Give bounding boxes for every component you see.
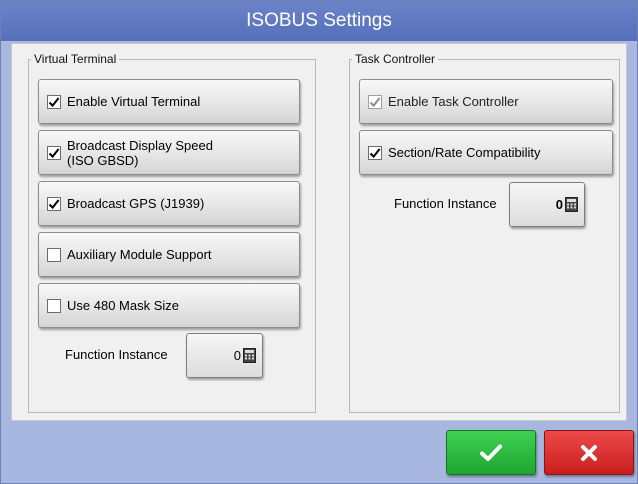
checkmark-icon — [48, 198, 60, 209]
checkmark-icon — [48, 96, 60, 107]
vt-function-instance-value: 0 — [233, 348, 241, 363]
auxiliary-module-support-button[interactable]: Auxiliary Module Support — [38, 232, 300, 277]
broadcast-gps-label: Broadcast GPS (J1939) — [67, 196, 205, 211]
checkmark-icon — [369, 147, 381, 158]
ok-button[interactable] — [446, 430, 536, 475]
isobus-settings-window: ISOBUS Settings Virtual Terminal Enable … — [0, 0, 638, 484]
task-controller-group: Task Controller Enable Task Controller S… — [349, 52, 620, 413]
checkmark-icon — [480, 444, 502, 461]
use-480-mask-size-button[interactable]: Use 480 Mask Size — [38, 283, 300, 328]
checkmark-icon — [369, 96, 381, 107]
enable-task-controller-checkbox[interactable] — [368, 94, 382, 109]
window-title: ISOBUS Settings — [1, 1, 637, 41]
section-rate-compatibility-button[interactable]: Section/Rate Compatibility — [359, 130, 613, 175]
broadcast-display-speed-button[interactable]: Broadcast Display Speed (ISO GBSD) — [38, 130, 300, 175]
enable-virtual-terminal-checkbox[interactable] — [47, 94, 61, 109]
tc-function-instance-label: Function Instance — [394, 196, 497, 211]
task-controller-title: Task Controller — [352, 52, 439, 66]
calculator-icon — [565, 197, 578, 212]
cancel-button[interactable] — [544, 430, 634, 475]
checkmark-icon — [48, 147, 60, 158]
vt-function-instance-label: Function Instance — [65, 347, 168, 362]
tc-function-instance-value: 0 — [555, 197, 563, 212]
section-rate-compatibility-label: Section/Rate Compatibility — [388, 145, 541, 160]
use-480-mask-size-checkbox[interactable] — [47, 298, 61, 313]
virtual-terminal-group: Virtual Terminal Enable Virtual Terminal… — [28, 52, 316, 413]
use-480-mask-size-label: Use 480 Mask Size — [67, 298, 179, 313]
enable-task-controller-button[interactable]: Enable Task Controller — [359, 79, 613, 124]
auxiliary-module-support-checkbox[interactable] — [47, 247, 61, 262]
broadcast-gps-button[interactable]: Broadcast GPS (J1939) — [38, 181, 300, 226]
virtual-terminal-title: Virtual Terminal — [31, 52, 120, 66]
broadcast-display-speed-label: Broadcast Display Speed (ISO GBSD) — [67, 137, 213, 168]
tc-function-instance-input[interactable]: 0 — [509, 182, 585, 227]
vt-function-instance-input[interactable]: 0 — [186, 333, 263, 378]
calculator-icon — [243, 348, 256, 363]
section-rate-compatibility-checkbox[interactable] — [368, 145, 382, 160]
settings-panel: Virtual Terminal Enable Virtual Terminal… — [11, 43, 627, 421]
enable-virtual-terminal-label: Enable Virtual Terminal — [67, 94, 201, 109]
auxiliary-module-support-label: Auxiliary Module Support — [67, 247, 212, 262]
broadcast-gps-checkbox[interactable] — [47, 196, 61, 211]
enable-virtual-terminal-button[interactable]: Enable Virtual Terminal — [38, 79, 300, 124]
enable-task-controller-label: Enable Task Controller — [388, 94, 519, 109]
x-icon — [581, 444, 597, 461]
broadcast-display-speed-checkbox[interactable] — [47, 145, 61, 160]
